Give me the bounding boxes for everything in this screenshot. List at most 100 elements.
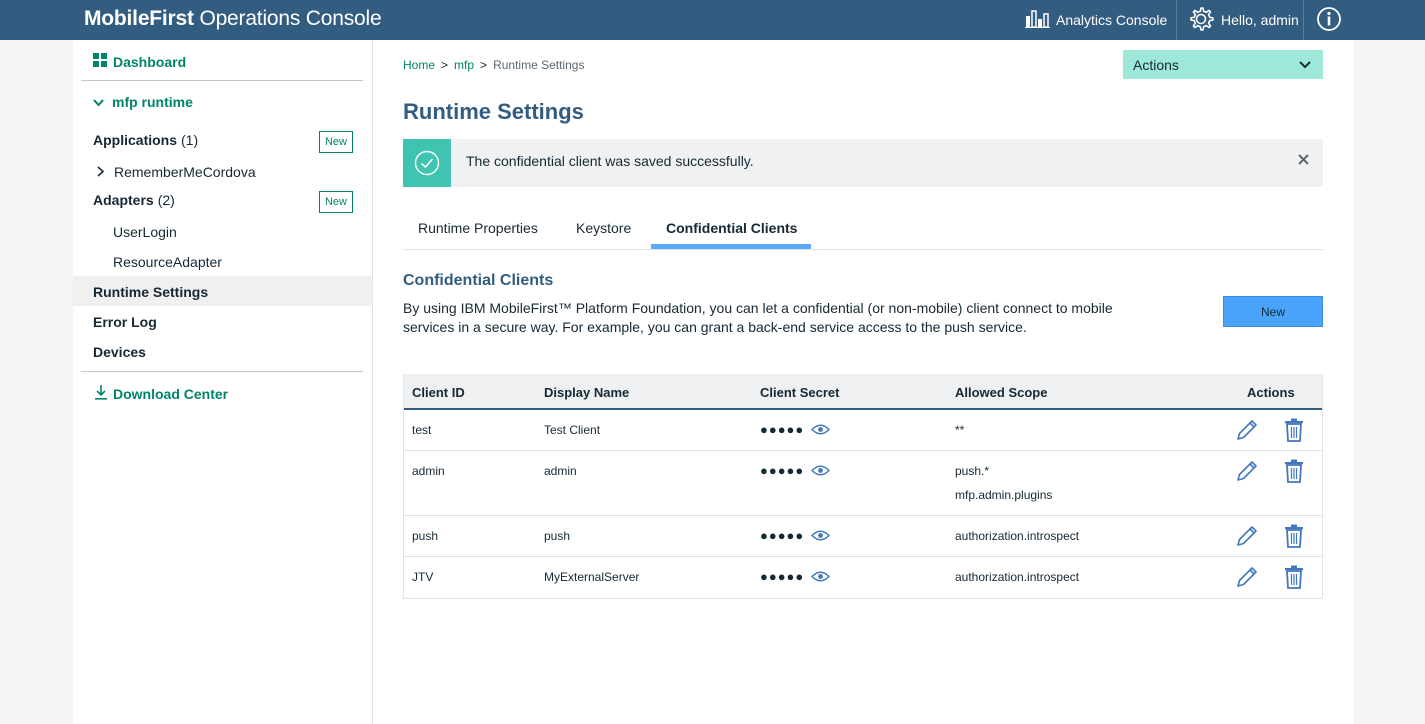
client-id: test <box>412 423 432 437</box>
download-icon <box>95 385 107 403</box>
client-id: JTV <box>412 570 434 584</box>
close-icon[interactable] <box>1293 149 1313 169</box>
pencil-icon[interactable] <box>1235 418 1259 445</box>
column-header[interactable]: Client Secret <box>760 385 839 400</box>
breadcrumb: Home > mfp > Runtime Settings <box>403 58 584 72</box>
runtime-label: mfp runtime <box>112 94 193 110</box>
new-application-button[interactable]: New <box>319 131 353 153</box>
table-row: JTV MyExternalServer ●●●●● authorization… <box>404 557 1322 598</box>
sidebar-item-adapters[interactable]: Adapters (2) <box>93 192 175 208</box>
section-description: By using IBM MobileFirst™ Platform Found… <box>403 300 1113 335</box>
breadcrumb-home[interactable]: Home <box>403 58 435 72</box>
app-name: RememberMeCordova <box>114 164 256 180</box>
table-row: test Test Client ●●●●● ** <box>404 410 1322 451</box>
allowed-scope: authorization.introspect <box>955 570 1080 584</box>
download-center-label: Download Center <box>113 386 229 402</box>
allowed-scope: push.* <box>955 464 990 478</box>
sidebar: Dashboard mfp runtime Applications (1) N… <box>73 40 373 724</box>
section-title: Confidential Clients <box>403 272 554 289</box>
column-header: Actions <box>1247 385 1295 400</box>
table-row: push push ●●●●● authorization.introspect <box>404 516 1322 557</box>
breadcrumb-mfp[interactable]: mfp <box>454 58 474 72</box>
display-name: admin <box>544 464 577 478</box>
client-id: admin <box>412 464 445 478</box>
user-greeting: Hello, admin <box>1221 12 1299 28</box>
adapters-count: (2) <box>157 192 175 208</box>
success-notification: The confidential client was saved succes… <box>403 139 1323 187</box>
content-canvas: Dashboard mfp runtime Applications (1) N… <box>73 40 1354 724</box>
allowed-scope: ** <box>955 423 965 437</box>
breadcrumb-current: Runtime Settings <box>493 58 585 72</box>
analytics-console-link[interactable]: Analytics Console <box>1025 0 1167 40</box>
client-secret: ●●●●● <box>760 528 805 543</box>
sidebar-item-applications[interactable]: Applications (1) <box>93 132 198 148</box>
breadcrumb-separator: > <box>480 58 488 72</box>
client-secret: ●●●●● <box>760 422 805 437</box>
grid-icon <box>93 53 107 70</box>
client-secret: ●●●●● <box>760 463 805 478</box>
user-settings-menu[interactable]: Hello, admin <box>1187 0 1299 40</box>
display-name: MyExternalServer <box>544 570 640 584</box>
sidebar-item-error-log[interactable]: Error Log <box>93 314 157 330</box>
active-tab-indicator <box>651 244 811 249</box>
trash-icon[interactable] <box>1284 459 1304 486</box>
sidebar-item-dashboard[interactable]: Dashboard <box>93 53 186 70</box>
trash-icon[interactable] <box>1284 565 1304 592</box>
sidebar-item-runtime-settings[interactable]: Runtime Settings <box>93 284 208 300</box>
client-id: push <box>412 529 439 543</box>
actions-label: Actions <box>1133 56 1179 73</box>
sidebar-item-adapter[interactable]: UserLogin <box>113 224 177 240</box>
chevron-down-icon <box>93 94 104 110</box>
analytics-console-label: Analytics Console <box>1056 12 1168 28</box>
app-title: MobileFirst Operations Console <box>84 7 382 30</box>
new-adapter-button[interactable]: New <box>319 191 353 213</box>
sidebar-item-mfp-runtime[interactable]: mfp runtime <box>93 94 193 110</box>
client-secret: ●●●●● <box>760 569 805 584</box>
clients-table: Client ID Display Name Client Secret All… <box>403 374 1323 599</box>
applications-label: Applications <box>93 132 178 148</box>
sidebar-item-devices[interactable]: Devices <box>93 344 146 360</box>
checkmark-icon <box>403 139 451 187</box>
eye-icon[interactable] <box>811 570 830 586</box>
top-bar: MobileFirst Operations Console Analytics… <box>0 0 1425 40</box>
tab-bar: Runtime Properties Keystore Confidential… <box>403 212 1323 250</box>
trash-icon[interactable] <box>1284 524 1304 551</box>
trash-icon[interactable] <box>1284 418 1304 445</box>
display-name: Test Client <box>544 423 601 437</box>
adapters-label: Adapters <box>93 192 154 208</box>
eye-icon[interactable] <box>811 529 830 545</box>
eye-icon[interactable] <box>811 464 830 480</box>
page-title: Runtime Settings <box>403 99 584 124</box>
pencil-icon[interactable] <box>1235 459 1259 486</box>
chevron-right-icon <box>97 164 105 180</box>
sidebar-item-download-center[interactable]: Download Center <box>95 385 228 403</box>
eye-icon[interactable] <box>811 423 830 439</box>
sidebar-item-app[interactable]: RememberMeCordova <box>97 164 256 180</box>
info-icon <box>1316 6 1342 35</box>
pencil-icon[interactable] <box>1235 565 1259 592</box>
main-content: Home > mfp > Runtime Settings Actions Ru… <box>403 40 1323 724</box>
breadcrumb-separator: > <box>441 58 449 72</box>
column-header[interactable]: Client ID <box>412 385 465 400</box>
display-name: push <box>544 529 571 543</box>
sidebar-item-adapter[interactable]: ResourceAdapter <box>113 254 222 270</box>
gear-icon <box>1187 5 1215 36</box>
table-row: admin admin ●●●●● push.* mfp.admin.plugi… <box>404 451 1322 516</box>
bar-chart-icon <box>1025 9 1050 31</box>
new-client-button[interactable]: New <box>1223 296 1323 327</box>
actions-dropdown[interactable]: Actions <box>1123 50 1323 79</box>
column-header[interactable]: Display Name <box>544 385 629 400</box>
tab-confidential-clients[interactable]: Confidential Clients <box>666 220 797 236</box>
tab-runtime-properties[interactable]: Runtime Properties <box>418 220 538 236</box>
chevron-down-icon <box>1299 56 1311 72</box>
info-button[interactable] <box>1316 0 1342 40</box>
dashboard-label: Dashboard <box>113 53 187 70</box>
allowed-scope: authorization.introspect <box>955 529 1080 543</box>
allowed-scope: mfp.admin.plugins <box>955 488 1053 502</box>
column-header[interactable]: Allowed Scope <box>955 385 1047 400</box>
applications-count: (1) <box>181 132 199 148</box>
tab-keystore[interactable]: Keystore <box>576 220 631 236</box>
table-header: Client ID Display Name Client Secret All… <box>404 374 1322 410</box>
pencil-icon[interactable] <box>1235 524 1259 551</box>
notification-message: The confidential client was saved succes… <box>466 153 754 169</box>
